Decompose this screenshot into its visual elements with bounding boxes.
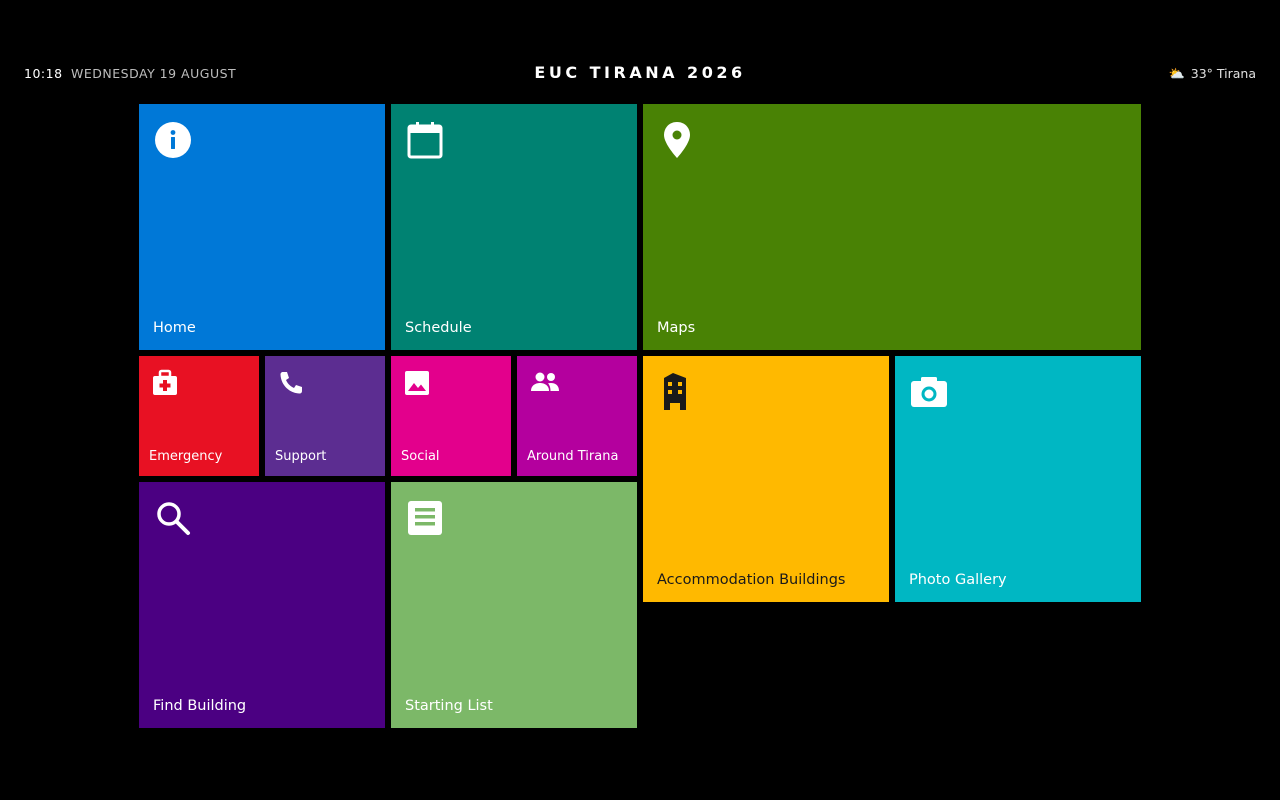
- tile-photo-gallery[interactable]: Photo Gallery: [895, 356, 1141, 602]
- tile-emergency-label: Emergency: [149, 449, 223, 464]
- tile-support-label: Support: [275, 449, 327, 464]
- camera-icon: [909, 372, 949, 416]
- tile-schedule[interactable]: Schedule: [391, 104, 637, 350]
- tile-home-label: Home: [153, 320, 196, 336]
- calendar-icon: [405, 120, 445, 164]
- weather: ⛅ 33° Tirana: [1169, 66, 1256, 82]
- tile-maps-label: Maps: [657, 320, 696, 336]
- tile-support[interactable]: Support: [265, 356, 385, 476]
- search-icon: [153, 498, 193, 542]
- tile-social[interactable]: Social: [391, 356, 511, 476]
- people-icon: [529, 369, 561, 401]
- phone-icon: [277, 369, 305, 401]
- document-icon: [405, 498, 445, 542]
- tile-starting-list-label: Starting List: [405, 698, 493, 714]
- partly-cloudy-icon: ⛅: [1168, 67, 1185, 82]
- weather-text: 33° Tirana: [1190, 66, 1256, 81]
- tile-emergency[interactable]: Emergency: [139, 356, 259, 476]
- tile-around-tirana[interactable]: Around Tirana: [517, 356, 637, 476]
- tile-find-building[interactable]: Find Building: [139, 482, 385, 728]
- image-icon: [403, 369, 431, 401]
- tile-social-label: Social: [401, 449, 440, 464]
- tile-starting-list[interactable]: Starting List: [391, 482, 637, 728]
- tile-find-building-label: Find Building: [153, 698, 247, 714]
- app-title: EUC TIRANA 2026: [534, 63, 746, 82]
- tile-home[interactable]: Home: [139, 104, 385, 350]
- medical-kit-icon: [151, 369, 179, 401]
- tile-around-tirana-label: Around Tirana: [527, 449, 619, 464]
- info-icon: [153, 120, 193, 164]
- map-pin-icon: [657, 120, 697, 164]
- top-bar: 10:18 WEDNESDAY 19 AUGUST EUC TIRANA 202…: [0, 60, 1280, 86]
- tile-accommodation-buildings-label: Accommodation Buildings: [657, 572, 846, 588]
- tile-accommodation-buildings[interactable]: Accommodation Buildings: [643, 356, 889, 602]
- building-icon: [657, 372, 697, 416]
- tile-schedule-label: Schedule: [405, 320, 472, 336]
- tile-photo-gallery-label: Photo Gallery: [909, 572, 1007, 588]
- tile-maps[interactable]: Maps: [643, 104, 1141, 350]
